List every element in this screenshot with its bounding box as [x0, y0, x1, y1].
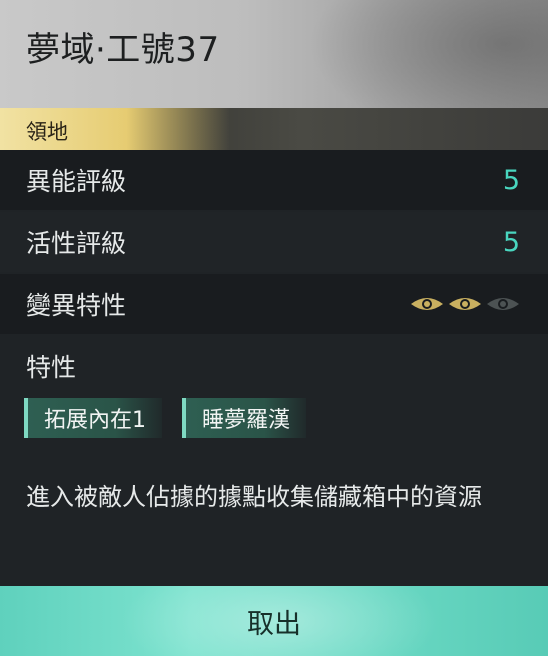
- description-text: 進入被敵人佔據的據點收集儲藏箱中的資源: [26, 483, 482, 511]
- footer-bar: 取出: [0, 586, 548, 656]
- stat-label: 變異特性: [26, 291, 127, 320]
- category-banner: 領地: [0, 108, 548, 150]
- eye-filled-icon: [411, 298, 443, 310]
- stat-row-ability: 異能評級 5: [0, 150, 548, 210]
- stat-value: 5: [502, 164, 520, 196]
- traits-title: 特性: [26, 353, 77, 382]
- mutation-rating: [410, 295, 520, 313]
- stat-label: 活性評級: [26, 229, 127, 258]
- eye-empty-icon: [487, 298, 519, 310]
- trait-tag[interactable]: 睡夢羅漢: [182, 398, 307, 438]
- trait-tag[interactable]: 拓展內在1: [24, 398, 162, 438]
- page-title: 夢域·工號37: [26, 30, 220, 70]
- stat-row-mutation: 變異特性: [0, 274, 548, 334]
- header: 夢域·工號37: [0, 0, 548, 108]
- stat-row-activity: 活性評級 5: [0, 212, 548, 272]
- trait-tags: 拓展內在1 睡夢羅漢: [24, 398, 307, 438]
- take-out-button[interactable]: 取出: [0, 586, 548, 656]
- eye-filled-icon: [449, 298, 481, 310]
- stat-label: 異能評級: [26, 167, 127, 196]
- category-label: 領地: [26, 120, 68, 144]
- stat-value: 5: [502, 226, 520, 258]
